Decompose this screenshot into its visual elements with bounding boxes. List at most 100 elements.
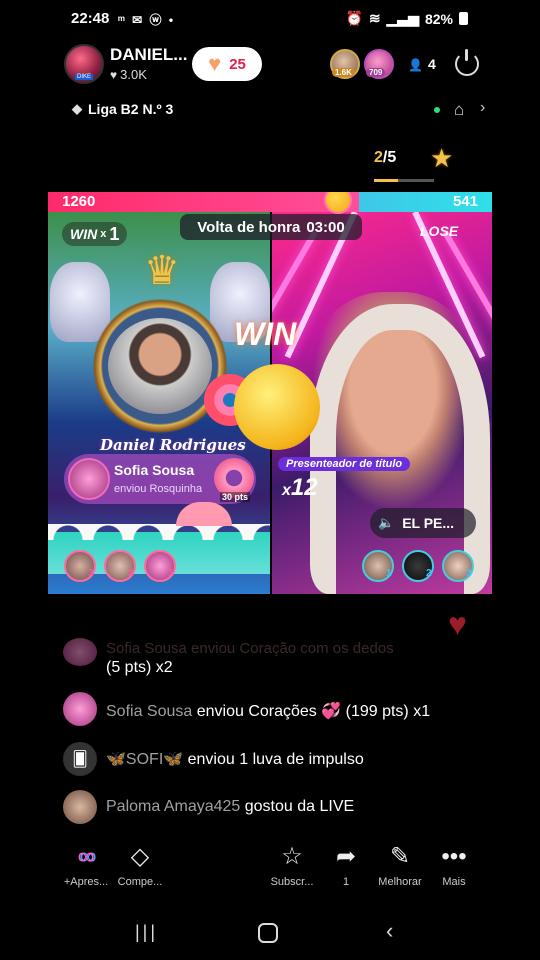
viewer-badge: 1.6K [332, 68, 355, 77]
comment-faded-points: (5 pts) x2 [106, 659, 173, 676]
comment-item: Paloma Amaya425 gostou da LIVE [106, 798, 354, 816]
action-label: 1 [342, 876, 350, 888]
win-overlay: WIN [234, 316, 297, 352]
viewer-count[interactable]: 👤 4 [408, 56, 436, 72]
score-bar [48, 192, 492, 212]
comment-avatar[interactable] [63, 638, 97, 666]
action-label: Compe... [117, 876, 163, 888]
comment-avatar[interactable] [63, 692, 97, 726]
signal-icon: ▁▃▅ [386, 10, 419, 26]
opponent-name: EL PE... [402, 515, 455, 531]
comment-faded: Sofia Sousa enviou Coração com os dedos [106, 640, 394, 657]
league-text: Liga B2 N.º 3 [88, 101, 174, 117]
host-likes-count: 3.0K [120, 67, 147, 82]
crown-icon: ♛ [144, 249, 180, 293]
hearts-icon: 💞 [321, 703, 342, 720]
timer-pill: Volta de honra 03:00 [180, 214, 362, 240]
gift-sender-name: Sofia Sousa [114, 462, 195, 478]
person-icon: 👤 [408, 58, 423, 72]
enhance-button[interactable]: ✎ Melhorar [370, 843, 430, 889]
round-progress [374, 179, 434, 182]
comment-body: enviou 1 luva de impulso [183, 751, 364, 768]
more-button[interactable]: ••• Mais [424, 843, 484, 889]
status-right: ⏰ ≋ ▁▃▅ 82% [345, 10, 468, 27]
boost-card-icon: 🂠 [63, 742, 97, 776]
back-icon[interactable]: ‹ [386, 918, 393, 944]
action-label: Subscr... [270, 876, 314, 888]
viewer-badge: 709 [366, 68, 386, 77]
power-icon[interactable] [455, 49, 479, 76]
gift-points: 30 pts [220, 492, 251, 502]
host-name[interactable]: DANIEL... [110, 45, 187, 65]
battle-area: 1260 541 WIN x 1 Volta de honra 03:00 LO… [48, 192, 492, 594]
battery-icon [459, 12, 468, 25]
home-button-icon[interactable] [258, 923, 278, 943]
timer-value: 03:00 [306, 218, 345, 236]
chevron-right-icon[interactable]: › [480, 99, 485, 117]
win-multiplier-x: x [100, 228, 107, 240]
comment-body: gostou da LIVE [240, 798, 355, 815]
win-label: WIN [70, 226, 98, 242]
league-label[interactable]: ◆ Liga B2 N.º 3 [72, 101, 173, 117]
gifter-rank: 1 [168, 568, 174, 579]
gift-count: 25 [229, 55, 246, 73]
action-label: +Apres... [63, 876, 109, 888]
comment-user[interactable]: Sofia Sousa [106, 703, 192, 720]
comment-item: 🦋SOFI🦋 enviou 1 luva de impulso [106, 749, 364, 769]
comment-avatar[interactable] [63, 790, 97, 824]
compete-button[interactable]: ◇ Compe... [110, 843, 170, 889]
subscribe-button[interactable]: ☆ Subscr... [262, 843, 322, 889]
butterfly-icon: 🦋 [106, 751, 126, 768]
win-multiplier: 1 [109, 223, 120, 244]
round-current: 2 [374, 149, 383, 166]
round-total: /5 [382, 149, 397, 166]
more-icon: ••• [441, 843, 467, 870]
gifter-rank: 1 [386, 568, 392, 579]
present-button[interactable]: ∞ +Apres... [56, 843, 116, 889]
presenter-badge: Presenteador de título [278, 457, 411, 471]
gifter-rank: 2 [426, 568, 432, 579]
score-left: 1260 [62, 193, 96, 210]
comment-user[interactable]: SOFI [126, 751, 163, 768]
diamond-icon: ◆ [72, 101, 82, 116]
star-badge-icon: ☆ [281, 843, 303, 870]
home-icon[interactable]: ⌂ [454, 100, 464, 120]
gifter-rank: 3 [466, 568, 472, 579]
follow-gift-button[interactable]: ♥ 25 [192, 47, 262, 81]
win-badge: WIN x 1 [62, 222, 128, 246]
action-label: Mais [442, 876, 466, 888]
magic-wand-icon: ✎ [389, 843, 411, 870]
speaker-icon[interactable]: 🔈 [378, 515, 394, 531]
link-icon: ∞ [77, 843, 95, 870]
compete-icon: ◇ [130, 843, 150, 870]
timer-label: Volta de honra [197, 218, 301, 236]
heart-icon: ♥ [208, 51, 222, 76]
share-icon: ➦ [335, 843, 357, 870]
comment-user[interactable]: Paloma Amaya425 [106, 798, 240, 815]
comment-points: (199 pts) x1 [341, 703, 431, 720]
host-avatar[interactable] [64, 44, 104, 84]
round-indicator: 2/5 [374, 149, 396, 167]
action-label: Melhorar [378, 876, 422, 888]
notification-icons: ᵐ ✉ ⓦ • [118, 13, 176, 27]
emoji-sticker [234, 364, 320, 450]
comment-body: enviou Corações [192, 703, 322, 720]
share-button[interactable]: ➦ 1 [316, 843, 376, 889]
host-caption: Daniel Rodrigues [100, 436, 246, 454]
butterfly-icon: 🦋 [163, 751, 184, 768]
recents-icon[interactable]: ||| [135, 922, 158, 943]
presenter-x: x [282, 482, 291, 499]
heart-icon: ♥ [110, 68, 118, 82]
gift-action: enviou Rosquinha [114, 483, 203, 495]
lose-badge: LOSE [420, 223, 459, 239]
system-nav-bar: ||| ‹ [0, 918, 540, 950]
battery-level: 82% [424, 10, 453, 27]
floating-heart-icon: ♥ [448, 606, 467, 642]
host-photo [108, 318, 212, 414]
presenter-count: x12 [282, 474, 318, 502]
opponent-name-pill[interactable]: 🔈 EL PE... [370, 508, 476, 538]
star-icon[interactable]: ★ [430, 143, 453, 174]
host-likes: ♥ 3.0K [110, 67, 147, 82]
viewer-count-value: 4 [427, 56, 436, 72]
wifi-icon: ≋ [368, 10, 381, 26]
